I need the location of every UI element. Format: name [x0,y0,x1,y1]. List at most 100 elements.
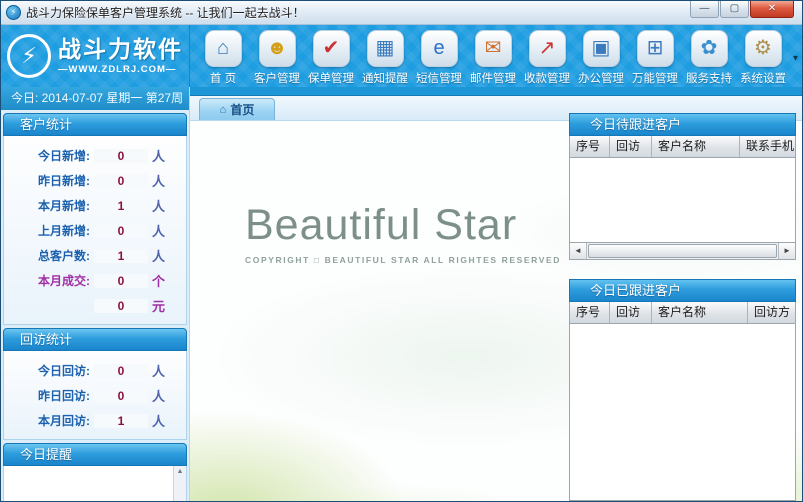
tab-home[interactable]: ⌂ 首页 [199,98,275,120]
stat-row: 0元 [4,293,186,318]
toolbar-item-sms[interactable]: e 短信管理 [412,30,466,86]
followed-table-body [569,324,796,501]
maximize-button[interactable]: ▢ [720,1,749,18]
stat-label: 今日回访: [38,364,90,378]
stat-unit: 人 [152,149,166,164]
titlebar: ⚡ 战斗力保险保单客户管理系统 -- 让我们一起去战斗！ — ▢ ✕ [1,1,802,25]
window-controls: — ▢ ✕ [689,1,794,18]
stat-label: 本月回访: [38,414,90,428]
pending-table-body [569,158,796,243]
tab-home-label: 首页 [230,103,255,117]
main-area: ⌂ 首页 Beautiful Star COPYRIGHT □ BEAUTIFU… [190,87,802,501]
toolbar-item-label: 短信管理 [416,73,462,85]
toolbar-item-home[interactable]: ⌂ 首 页 [196,30,250,86]
followed-customers-panel: 今日已跟进客户 序号回访客户名称回访方式 [569,279,796,501]
toolbar-item-universal[interactable]: ⊞ 万能管理 [628,30,682,86]
column-header[interactable]: 联系手机 [740,136,795,157]
column-header[interactable]: 回访方式 [748,302,795,339]
stat-label: 昨日新增: [38,174,90,188]
stat-row: 总客户数: 1 人 [4,243,186,268]
policy-check-icon: ✔ [312,30,350,67]
toolbar-item-customers[interactable]: ☻ 客户管理 [250,30,304,86]
toolbar-item-office[interactable]: ▣ 办公管理 [574,30,628,86]
pending-table-header: 序号 回访 客户名称 联系手机 [569,136,796,158]
column-header[interactable]: 客户名称 [652,302,748,323]
customer-stats-title: 客户统计 [3,113,187,136]
toolbar-item-label: 客户管理 [254,73,300,85]
toolbar-item-email[interactable]: ✉ 邮件管理 [466,30,520,86]
column-header[interactable]: 序号 [570,136,610,157]
fist-logo-icon: ⚡ [7,34,51,78]
right-panels: 今日待跟进客户 序号 回访 客户名称 联系手机 ◄ ► 今日已跟进客户 序号 回访 客户名… [569,113,796,501]
toolbar-item-label: 邮件管理 [470,73,516,85]
scroll-right-arrow-icon[interactable]: ► [778,243,795,259]
scroll-thumb[interactable] [588,244,777,258]
toolbar-item-label: 收款管理 [524,73,570,85]
stat-label: 上月新增: [38,224,90,238]
followed-table-header: 序号回访客户名称回访方式 [569,302,796,339]
stat-label: 本月成交: [38,274,90,288]
visit-stats-title: 回访统计 [3,328,187,351]
stat-row: 昨日回访: 0 人 [4,383,186,408]
stat-row: 本月回访: 1 人 [4,408,186,433]
minimize-button[interactable]: — [690,1,719,18]
toolbar-item-label: 保单管理 [308,73,354,85]
stat-row: 今日回访: 0 人 [4,358,186,383]
calendar-icon: ▦ [366,30,404,67]
scroll-left-arrow-icon[interactable]: ◄ [570,243,587,259]
toolbar-item-label: 系统设置 [740,73,786,85]
sidebar: 今日: 2014-07-07 星期一 第27周 客户统计 今日新增: 0 人昨日新增… [1,87,190,501]
stat-unit: 元 [152,299,166,314]
stat-unit: 人 [152,414,166,429]
toolbar-item-label: 首 页 [209,73,237,85]
stat-row: 昨日新增: 0 人 [4,168,186,193]
stat-value: 0 [94,388,148,403]
stat-value: 1 [94,413,148,428]
stat-value: 0 [94,173,148,188]
column-header[interactable]: 客户名称 [652,136,740,157]
reminder-scrollbar[interactable]: ▲ [173,466,186,501]
stat-label: 本月新增: [38,199,90,213]
header-divider [190,87,802,96]
browser-globe-icon: e [420,30,458,67]
body: 今日: 2014-07-07 星期一 第27周 客户统计 今日新增: 0 人昨日新增… [1,87,802,501]
stat-value: 0 [94,148,148,163]
brand-website: —WWW.ZDLRJ.COM— [58,63,177,75]
visit-stats-body: 今日回访: 0 人昨日回访: 0 人本月回访: 1 人 [3,351,187,440]
customer-stats-panel: 客户统计 今日新增: 0 人昨日新增: 0 人本月新增: 1 人上月新增: 0 人总客户数: 1 人… [3,113,187,325]
close-button[interactable]: ✕ [750,1,794,18]
toolbar-overflow-caret-icon[interactable]: ▾ [793,53,798,64]
reminder-title: 今日提醒 [3,443,187,466]
toolbar-item-label: 服务支持 [686,73,732,85]
stat-value: 0 [94,223,148,238]
stat-unit: 人 [152,174,166,189]
stat-row: 今日新增: 0 人 [4,143,186,168]
toolbar-item-payments[interactable]: ↗ 收款管理 [520,30,574,86]
stat-label: 昨日回访: [38,389,90,403]
toolbar-item-support[interactable]: ✿ 服务支持 [682,30,736,86]
column-header[interactable]: 序号 [570,302,610,323]
splash-artwork: Beautiful Star COPYRIGHT □ BEAUTIFUL STA… [245,201,561,265]
pending-customers-title: 今日待跟进客户 [569,113,796,136]
pending-hscrollbar: ◄ ► [569,243,796,260]
stat-unit: 人 [152,389,166,404]
visit-stats-panel: 回访统计 今日回访: 0 人昨日回访: 0 人本月回访: 1 人 [3,328,187,440]
app-logo-icon: ⚡ [6,5,21,20]
gears-icon: ⚙ [744,30,782,67]
toolbar-item-settings[interactable]: ⚙ 系统设置 [736,30,790,86]
column-header[interactable]: 回访 [610,136,652,157]
customer-stats-body: 今日新增: 0 人昨日新增: 0 人本月新增: 1 人上月新增: 0 人总客户数: 1 人本月成交:… [3,136,187,325]
toolbar-item-label: 万能管理 [632,73,678,85]
flower-ball-icon: ✿ [690,30,728,67]
splash-copyright: COPYRIGHT □ BEAUTIFUL STAR ALL RIGHTES R… [245,255,561,265]
chart-up-icon: ↗ [528,30,566,67]
stat-value: 0 [94,363,148,378]
toolbar-item-label: 通知提醒 [362,73,408,85]
stat-value: 1 [94,248,148,263]
toolbar-item-policies[interactable]: ✔ 保单管理 [304,30,358,86]
computer-icon: ⊞ [636,30,674,67]
column-header[interactable]: 回访 [610,302,652,323]
main-toolbar: ⌂ 首 页 ☻ 客户管理 ✔ 保单管理 ▦ 通知提醒 e 短信管理 ✉ 邮件管理 ↗ 收款管理 ▣ 办公管理 ⊞… [190,25,802,87]
stat-row: 上月新增: 0 人 [4,218,186,243]
toolbar-item-notifications[interactable]: ▦ 通知提醒 [358,30,412,86]
